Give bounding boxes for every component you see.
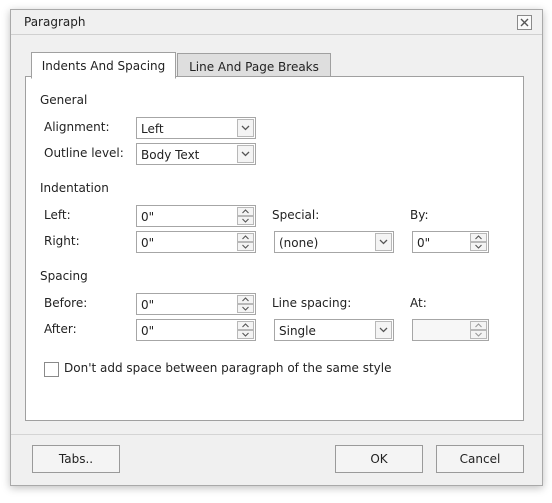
chevron-up-icon	[475, 323, 482, 328]
spin-up-button[interactable]	[470, 233, 487, 242]
spin-down-button[interactable]	[237, 304, 254, 313]
dialog-title: Paragraph	[24, 15, 86, 29]
spacing-group-title: Spacing	[40, 269, 88, 283]
tabs-button[interactable]: Tabs..	[32, 445, 120, 473]
chevron-down-icon	[475, 332, 482, 337]
close-icon	[520, 18, 529, 27]
chevron-down-icon	[242, 244, 249, 249]
before-spacing-spinner[interactable]: 0"	[136, 293, 256, 315]
alignment-label: Alignment:	[44, 120, 110, 134]
alignment-value: Left	[141, 122, 164, 136]
spin-down-button[interactable]	[237, 330, 254, 339]
spin-up-button[interactable]	[237, 233, 254, 242]
after-spacing-spinner[interactable]: 0"	[136, 319, 256, 341]
spin-down-button[interactable]	[470, 242, 487, 251]
outline-level-select[interactable]: Body Text	[136, 143, 256, 165]
spinner-buttons	[470, 233, 487, 251]
chevron-up-icon	[242, 235, 249, 240]
spin-up-button[interactable]	[237, 321, 254, 330]
left-indent-value: 0"	[141, 210, 155, 224]
indentation-group-title: Indentation	[40, 181, 109, 195]
spinner-buttons	[237, 233, 254, 251]
alignment-dropdown-button[interactable]	[237, 119, 254, 137]
chevron-down-icon	[242, 218, 249, 223]
after-spacing-label: After:	[44, 322, 77, 336]
special-select[interactable]: (none)	[274, 231, 394, 253]
before-spacing-label: Before:	[44, 296, 88, 310]
tab-label: Indents And Spacing	[41, 59, 166, 73]
by-spinner[interactable]: 0"	[412, 231, 489, 253]
at-label: At:	[410, 296, 427, 310]
spinner-buttons	[237, 295, 254, 313]
chevron-down-icon	[242, 306, 249, 311]
after-spacing-value: 0"	[141, 324, 155, 338]
chevron-down-icon	[241, 125, 250, 131]
by-value: 0"	[417, 236, 431, 250]
right-indent-label: Right:	[44, 234, 80, 248]
tabs-button-label: Tabs..	[58, 452, 94, 466]
spinner-buttons	[470, 321, 487, 339]
spin-down-button[interactable]	[470, 330, 487, 339]
close-button[interactable]	[517, 15, 532, 30]
dont-add-space-checkbox[interactable]	[44, 362, 59, 377]
cancel-button-label: Cancel	[459, 452, 501, 466]
outline-level-label: Outline level:	[44, 146, 124, 160]
chevron-down-icon	[475, 244, 482, 249]
chevron-up-icon	[242, 323, 249, 328]
title-bar: Paragraph	[11, 10, 542, 35]
chevron-up-icon	[242, 209, 249, 214]
general-group-title: General	[40, 93, 88, 107]
chevron-down-icon	[241, 151, 250, 157]
line-spacing-select[interactable]: Single	[274, 319, 394, 341]
special-value: (none)	[279, 236, 319, 250]
before-spacing-value: 0"	[141, 298, 155, 312]
right-indent-spinner[interactable]: 0"	[136, 231, 256, 253]
special-label: Special:	[272, 208, 320, 222]
cancel-button[interactable]: Cancel	[436, 445, 524, 473]
spin-up-button[interactable]	[470, 321, 487, 330]
spin-down-button[interactable]	[237, 216, 254, 225]
tab-indents-and-spacing[interactable]: Indents And Spacing	[31, 52, 176, 79]
alignment-select[interactable]: Left	[136, 117, 256, 139]
line-spacing-label: Line spacing:	[272, 296, 352, 310]
chevron-down-icon	[379, 239, 388, 245]
spin-up-button[interactable]	[237, 295, 254, 304]
special-dropdown-button[interactable]	[375, 233, 392, 251]
right-indent-value: 0"	[141, 236, 155, 250]
spinner-buttons	[237, 207, 254, 225]
left-indent-label: Left:	[44, 208, 71, 222]
chevron-down-icon	[379, 327, 388, 333]
line-spacing-value: Single	[279, 324, 316, 338]
outline-level-dropdown-button[interactable]	[237, 145, 254, 163]
paragraph-dialog: Paragraph Indents And Spacing Line And P…	[10, 9, 543, 486]
chevron-up-icon	[475, 235, 482, 240]
at-spinner[interactable]	[412, 319, 489, 341]
outline-level-value: Body Text	[141, 148, 200, 162]
spinner-buttons	[237, 321, 254, 339]
chevron-down-icon	[242, 332, 249, 337]
by-label: By:	[410, 208, 429, 222]
footer-divider	[11, 434, 542, 435]
tab-label: Line And Page Breaks	[189, 60, 319, 74]
chevron-up-icon	[242, 297, 249, 302]
spin-down-button[interactable]	[237, 242, 254, 251]
dont-add-space-label: Don't add space between paragraph of the…	[64, 361, 392, 375]
ok-button[interactable]: OK	[335, 445, 423, 473]
line-spacing-dropdown-button[interactable]	[375, 321, 392, 339]
left-indent-spinner[interactable]: 0"	[136, 205, 256, 227]
ok-button-label: OK	[370, 452, 388, 466]
spin-up-button[interactable]	[237, 207, 254, 216]
